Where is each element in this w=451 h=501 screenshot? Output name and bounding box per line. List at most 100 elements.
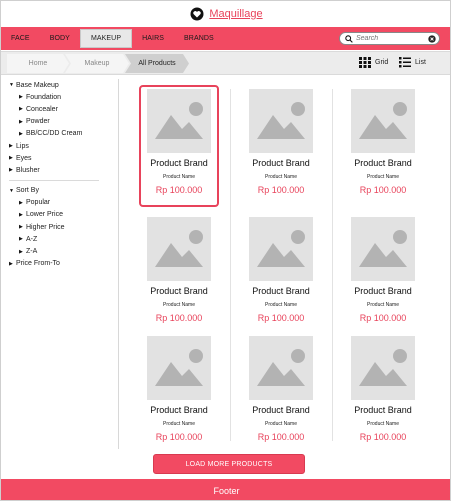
product-card[interactable]: Product Brand Product Name Rp 100.000 [139,85,219,207]
collapsed-triangle-icon: ▶ [19,94,23,101]
brand-name-link[interactable]: Maquillage [209,8,262,20]
expanded-triangle-icon: ▼ [9,82,14,89]
product-image-placeholder-icon[interactable] [249,336,313,400]
list-view-toggle[interactable]: List [399,57,426,68]
column-separator [332,89,333,441]
breadcrumb-makeup[interactable]: Makeup [65,54,129,73]
product-price: Rp 100.000 [155,432,203,442]
collapsed-triangle-icon: ▶ [19,211,23,218]
breadcrumb-all-products: All Products [125,54,189,73]
collapsed-triangle-icon: ▶ [19,118,23,125]
sidebar-separator [118,79,119,449]
product-price: Rp 100.000 [359,185,407,195]
sidebar-item-foundation[interactable]: ▶ Foundation [9,91,101,103]
search-icon[interactable] [345,34,353,43]
product-card[interactable]: Product Brand Product Name Rp 100.000 [241,85,321,207]
product-name[interactable]: Product Name [343,302,423,308]
product-price: Rp 100.000 [257,432,305,442]
sort-option-popular[interactable]: ▶ Popular [9,197,101,209]
product-brand[interactable]: Product Brand [141,158,217,168]
page: Maquillage FACE BODY MAKEUP HAIRS BRANDS… [0,0,451,501]
product-image-placeholder-icon[interactable] [147,217,211,281]
sidebar-item-price-from-to[interactable]: ▶ Price From-To [9,258,101,270]
sidebar-item-base-makeup[interactable]: ▼ Base Makeup [9,79,101,91]
collapsed-triangle-icon: ▶ [19,199,23,206]
product-card[interactable]: Product Brand Product Name Rp 100.000 [241,213,321,335]
product-image-placeholder-icon[interactable] [147,89,211,153]
nav-item-makeup[interactable]: MAKEUP [79,29,133,48]
collapsed-triangle-icon: ▶ [19,236,23,243]
sidebar-item-sort-by[interactable]: ▼ Sort By [9,185,101,197]
search-box [339,32,440,45]
product-name[interactable]: Product Name [141,174,217,180]
sidebar-item-lips[interactable]: ▶ Lips [9,140,101,152]
product-brand[interactable]: Product Brand [139,405,219,415]
product-price: Rp 100.000 [257,185,305,195]
product-brand[interactable]: Product Brand [343,286,423,296]
collapsed-triangle-icon: ▶ [9,155,13,162]
collapsed-triangle-icon: ▶ [9,143,13,150]
product-brand[interactable]: Product Brand [343,158,423,168]
product-name[interactable]: Product Name [343,421,423,427]
product-card[interactable]: Product Brand Product Name Rp 100.000 [343,332,423,454]
collapsed-triangle-icon: ▶ [9,167,13,174]
product-price: Rp 100.000 [359,313,407,323]
sidebar-item-concealer[interactable]: ▶ Concealer [9,103,101,115]
product-image-placeholder-icon[interactable] [249,217,313,281]
breadcrumb-home[interactable]: Home [7,54,69,73]
product-image-placeholder-icon[interactable] [249,89,313,153]
product-brand[interactable]: Product Brand [241,158,321,168]
sidebar-item-bb-cream[interactable]: ▶ BB/CC/DD Cream [9,128,101,140]
nav-item-brands[interactable]: BRANDS [174,27,224,50]
nav-item-hairs[interactable]: HAIRS [132,27,174,50]
product-card[interactable]: Product Brand Product Name Rp 100.000 [139,332,219,454]
product-image-placeholder-icon[interactable] [351,336,415,400]
product-image-placeholder-icon[interactable] [147,336,211,400]
grid-view-toggle[interactable]: Grid [359,57,388,68]
product-card[interactable]: Product Brand Product Name Rp 100.000 [343,85,423,207]
sidebar-divider [9,179,99,181]
product-brand[interactable]: Product Brand [343,405,423,415]
search-input[interactable] [356,35,428,42]
clear-search-icon[interactable] [428,34,436,43]
product-brand[interactable]: Product Brand [241,405,321,415]
sort-option-lower-price[interactable]: ▶ Lower Price [9,209,101,221]
sort-option-z-a[interactable]: ▶ Z-A [9,245,101,257]
sort-option-higher-price[interactable]: ▶ Higher Price [9,221,101,233]
product-price: Rp 100.000 [155,313,203,323]
product-card[interactable]: Product Brand Product Name Rp 100.000 [139,213,219,335]
column-separator [230,89,231,441]
product-name[interactable]: Product Name [241,421,321,427]
product-name[interactable]: Product Name [139,302,219,308]
product-price: Rp 100.000 [359,432,407,442]
main-nav: FACE BODY MAKEUP HAIRS BRANDS [1,27,450,50]
product-card[interactable]: Product Brand Product Name Rp 100.000 [241,332,321,454]
product-brand[interactable]: Product Brand [241,286,321,296]
nav-item-body[interactable]: BODY [40,27,80,50]
footer: Footer [1,479,450,500]
collapsed-triangle-icon: ▶ [19,248,23,255]
expanded-triangle-icon: ▼ [9,187,14,194]
heart-icon [190,7,204,21]
sidebar-item-blusher[interactable]: ▶ Blusher [9,164,101,176]
product-name[interactable]: Product Name [343,174,423,180]
product-image-placeholder-icon[interactable] [351,89,415,153]
sidebar-item-powder[interactable]: ▶ Powder [9,116,101,128]
grid-label: Grid [375,59,389,66]
list-icon [399,57,411,68]
collapsed-triangle-icon: ▶ [9,260,13,267]
breadcrumb-bar: Home Makeup All Products Grid List [1,51,450,75]
load-more-button[interactable]: LOAD MORE PRODUCTS [153,454,305,474]
product-name[interactable]: Product Name [241,302,321,308]
product-price: Rp 100.000 [257,313,305,323]
grid-icon [359,57,371,68]
product-name[interactable]: Product Name [241,174,321,180]
nav-item-face[interactable]: FACE [1,27,40,50]
product-name[interactable]: Product Name [139,421,219,427]
product-brand[interactable]: Product Brand [139,286,219,296]
product-image-placeholder-icon[interactable] [351,217,415,281]
sidebar: ▼ Base Makeup ▶ Foundation ▶ Concealer ▶ Pow… [9,79,101,270]
product-card[interactable]: Product Brand Product Name Rp 100.000 [343,213,423,335]
sort-option-a-z[interactable]: ▶ A-Z [9,233,101,245]
sidebar-item-eyes[interactable]: ▶ Eyes [9,152,101,164]
